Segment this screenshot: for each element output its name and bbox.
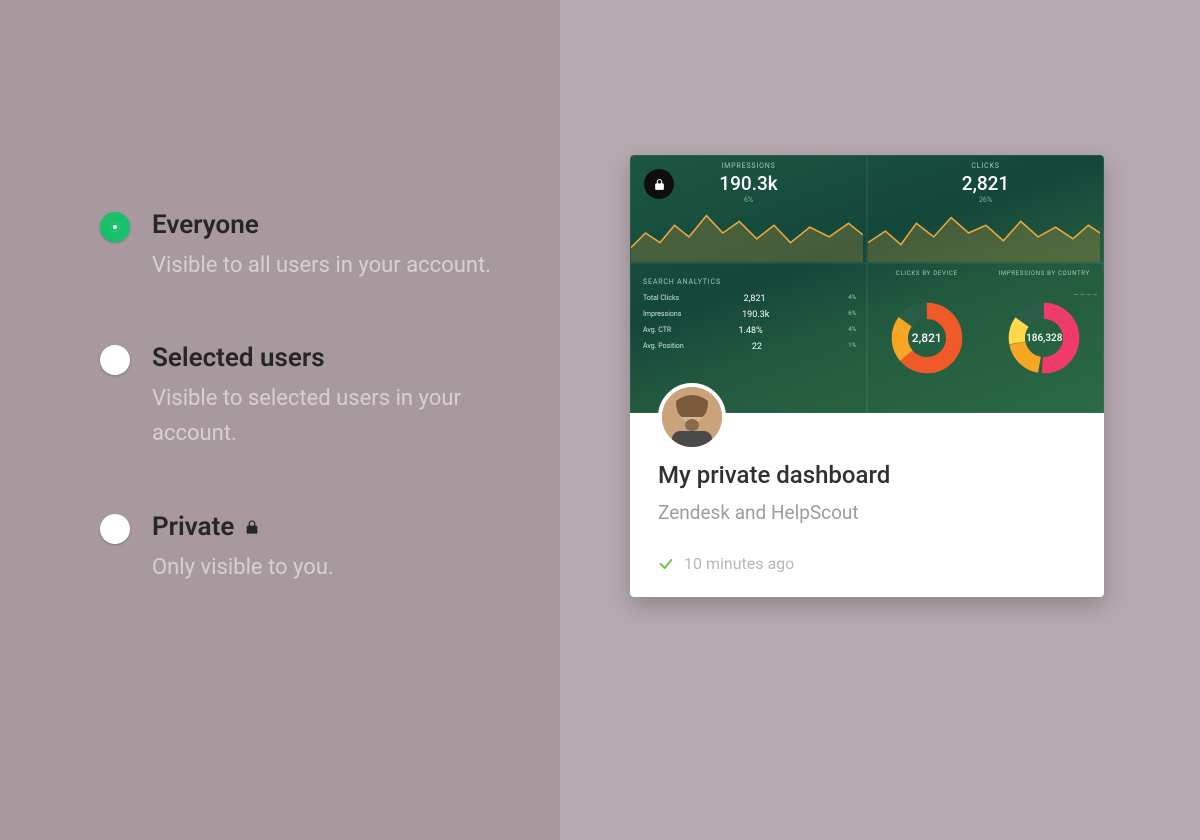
option-everyone[interactable]: Everyone Visible to all users in your ac… [100, 210, 500, 283]
avatar [658, 383, 726, 451]
donut-center: 2,821 [912, 331, 942, 345]
thumb-delta: 6% [631, 196, 866, 204]
option-desc: Only visible to you. [152, 550, 334, 585]
card-subtitle: Zendesk and HelpScout [658, 501, 1076, 524]
thumb-value: 2,821 [868, 172, 1103, 195]
option-title-text: Private [152, 512, 234, 542]
avatar-placeholder-icon [662, 387, 722, 447]
option-private[interactable]: Private Only visible to you. [100, 512, 500, 585]
table-row: Avg. CTR1.48%4% [643, 326, 856, 336]
preview-panel: IMPRESSIONS 190.3k 6% CLICKS 2,821 26% [560, 0, 1200, 840]
donut-center: 186,328 [1026, 333, 1062, 344]
card-footer: 10 minutes ago [630, 540, 1104, 597]
option-title: Private [152, 512, 334, 542]
lock-icon [244, 518, 260, 536]
sparkline-icon [868, 204, 1100, 262]
thumb-clicks-panel: CLICKS 2,821 26% [867, 155, 1104, 263]
lock-badge [644, 169, 674, 199]
option-title: Selected users [152, 343, 500, 373]
dashboard-thumbnail: IMPRESSIONS 190.3k 6% CLICKS 2,821 26% [630, 155, 1104, 413]
option-selected-users[interactable]: Selected users Visible to selected users… [100, 343, 500, 451]
radio-private[interactable] [100, 514, 130, 544]
donut-clicks-by-device: CLICKS BY DEVICE 2,821 [868, 264, 986, 412]
radio-selected-users[interactable] [100, 345, 130, 375]
thumb-label: CLICKS [868, 156, 1103, 170]
donut-label: IMPRESSIONS BY COUNTRY [986, 270, 1104, 277]
option-title: Everyone [152, 210, 491, 240]
card-title: My private dashboard [658, 461, 1076, 489]
card-timestamp: 10 minutes ago [684, 554, 794, 573]
thumb-delta: 26% [868, 196, 1103, 204]
visibility-options-panel: Everyone Visible to all users in your ac… [0, 0, 560, 840]
option-desc: Visible to selected users in your accoun… [152, 381, 500, 451]
donut-impressions-by-country: IMPRESSIONS BY COUNTRY 186,328 — — — — [986, 264, 1104, 412]
thumb-label: IMPRESSIONS [631, 156, 866, 170]
sparkline-icon [631, 204, 863, 262]
donut-label: CLICKS BY DEVICE [868, 270, 986, 277]
radio-everyone[interactable] [100, 212, 130, 242]
table-row: Impressions190.3k6% [643, 310, 856, 320]
table-row: Total Clicks2,8214% [643, 294, 856, 304]
table-row: Avg. Position221% [643, 342, 856, 352]
donut-legend: — — — — [1074, 290, 1097, 301]
thumb-analytics-panel: SEARCH ANALYTICS Total Clicks2,8214% Imp… [630, 263, 867, 413]
option-desc: Visible to all users in your account. [152, 248, 491, 283]
check-icon [658, 556, 674, 572]
lock-icon [653, 177, 666, 192]
thumb-donuts-panel: CLICKS BY DEVICE 2,821 IMPRESSIONS BY CO… [867, 263, 1104, 413]
thumb-analytics-label: SEARCH ANALYTICS [643, 278, 856, 286]
dashboard-card[interactable]: IMPRESSIONS 190.3k 6% CLICKS 2,821 26% [630, 155, 1104, 597]
